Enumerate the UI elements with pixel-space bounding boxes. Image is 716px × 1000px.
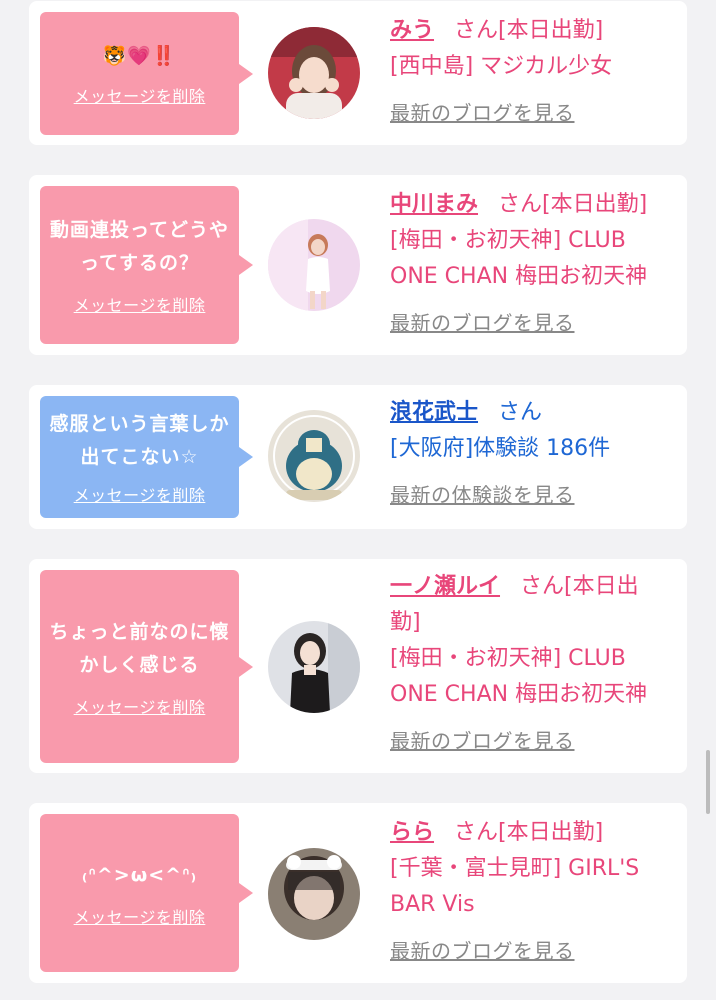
shop-info: ONE CHAN 梅田お初天神 xyxy=(390,682,648,707)
profile-name-link[interactable]: みう xyxy=(390,18,434,43)
message-text: ちょっと前なのに懐かしく感じる xyxy=(49,620,230,676)
delete-message-link[interactable]: メッセージを削除 xyxy=(74,83,206,107)
profile-name-link[interactable]: 中川まみ xyxy=(390,192,478,217)
profile-status: さん[本日出 xyxy=(520,574,639,599)
avatar[interactable] xyxy=(268,219,360,311)
review-count: [大阪府]体験談 186件 xyxy=(390,436,611,461)
profile-info: らら さん[本日出勤] [千葉・富士見町] GIRL'S BAR Vis 最新のブ… xyxy=(390,815,679,964)
profile-status: さん[本日出勤] xyxy=(498,192,648,217)
latest-blog-link[interactable]: 最新のブログを見る xyxy=(390,97,679,126)
shop-info: ONE CHAN 梅田お初天神 xyxy=(390,264,648,289)
profile-status: さん[本日出勤] xyxy=(454,820,604,845)
message-card: 感服という言葉しか出てこない☆ メッセージを削除 浪花武士 さん [大阪府]体験談… xyxy=(29,385,687,529)
profile-info: みう さん[本日出勤] [西中島] マジカル少女 最新のブログを見る xyxy=(390,13,679,126)
avatar[interactable] xyxy=(268,27,360,119)
message-bubble: 動画連投ってどうやってするの？ メッセージを削除 xyxy=(40,186,253,344)
message-text: 動画連投ってどうやってするの？ xyxy=(49,219,230,274)
profile-status: さん xyxy=(498,400,543,425)
message-text: 感服という言葉しか出てこない☆ xyxy=(49,413,230,468)
delete-message-link[interactable]: メッセージを削除 xyxy=(74,694,206,718)
shop-info: [梅田・お初天神] CLUB xyxy=(390,646,626,671)
message-text: ₍ᐢ^>ω<^ᐢ₎ xyxy=(81,863,198,886)
avatar[interactable] xyxy=(268,621,360,713)
latest-blog-link[interactable]: 最新のブログを見る xyxy=(390,307,679,336)
avatar[interactable] xyxy=(268,848,360,940)
profile-name-link[interactable]: 浪花武士 xyxy=(390,400,478,425)
profile-status: さん[本日出勤] xyxy=(454,18,604,43)
profile-info: 中川まみ さん[本日出勤] [梅田・お初天神] CLUB ONE CHAN 梅田お… xyxy=(390,187,679,336)
scrollbar[interactable] xyxy=(706,750,710,814)
delete-message-link[interactable]: メッセージを削除 xyxy=(74,482,206,506)
latest-review-link[interactable]: 最新の体験談を見る xyxy=(390,479,679,508)
shop-info: BAR Vis xyxy=(390,892,475,917)
delete-message-link[interactable]: メッセージを削除 xyxy=(74,904,206,928)
message-card: ₍ᐢ^>ω<^ᐢ₎ メッセージを削除 らら さん[本日出勤] [千葉・富士見町] … xyxy=(29,803,687,983)
shop-info: [梅田・お初天神] CLUB xyxy=(390,228,626,253)
message-card: 🐯💗‼️ メッセージを削除 みう さん[本日出勤] [西中島] マジカル少女 最新… xyxy=(29,1,687,145)
shop-info: [西中島] マジカル少女 xyxy=(390,54,613,79)
profile-info: 一ノ瀬ルイ さん[本日出 勤] [梅田・お初天神] CLUB ONE CHAN 梅… xyxy=(390,569,679,754)
message-bubble: 🐯💗‼️ メッセージを削除 xyxy=(40,12,253,135)
message-bubble: 感服という言葉しか出てこない☆ メッセージを削除 xyxy=(40,396,253,518)
message-bubble: ₍ᐢ^>ω<^ᐢ₎ メッセージを削除 xyxy=(40,814,253,972)
profile-name-link[interactable]: らら xyxy=(390,820,434,845)
latest-blog-link[interactable]: 最新のブログを見る xyxy=(390,725,679,754)
latest-blog-link[interactable]: 最新のブログを見る xyxy=(390,935,679,964)
message-text: 🐯💗‼️ xyxy=(102,45,177,67)
message-bubble: ちょっと前なのに懐かしく感じる メッセージを削除 xyxy=(40,570,253,763)
profile-name-link[interactable]: 一ノ瀬ルイ xyxy=(390,574,500,599)
profile-status-cont: 勤] xyxy=(390,610,421,635)
avatar[interactable] xyxy=(268,410,360,502)
shop-info: [千葉・富士見町] GIRL'S xyxy=(390,856,640,881)
delete-message-link[interactable]: メッセージを削除 xyxy=(74,292,206,316)
profile-info: 浪花武士 さん [大阪府]体験談 186件 最新の体験談を見る xyxy=(390,395,679,508)
message-card: ちょっと前なのに懐かしく感じる メッセージを削除 一ノ瀬ルイ さん[本日出 勤] … xyxy=(29,559,687,773)
message-card: 動画連投ってどうやってするの？ メッセージを削除 中川まみ さん[本日出勤] [梅… xyxy=(29,175,687,355)
